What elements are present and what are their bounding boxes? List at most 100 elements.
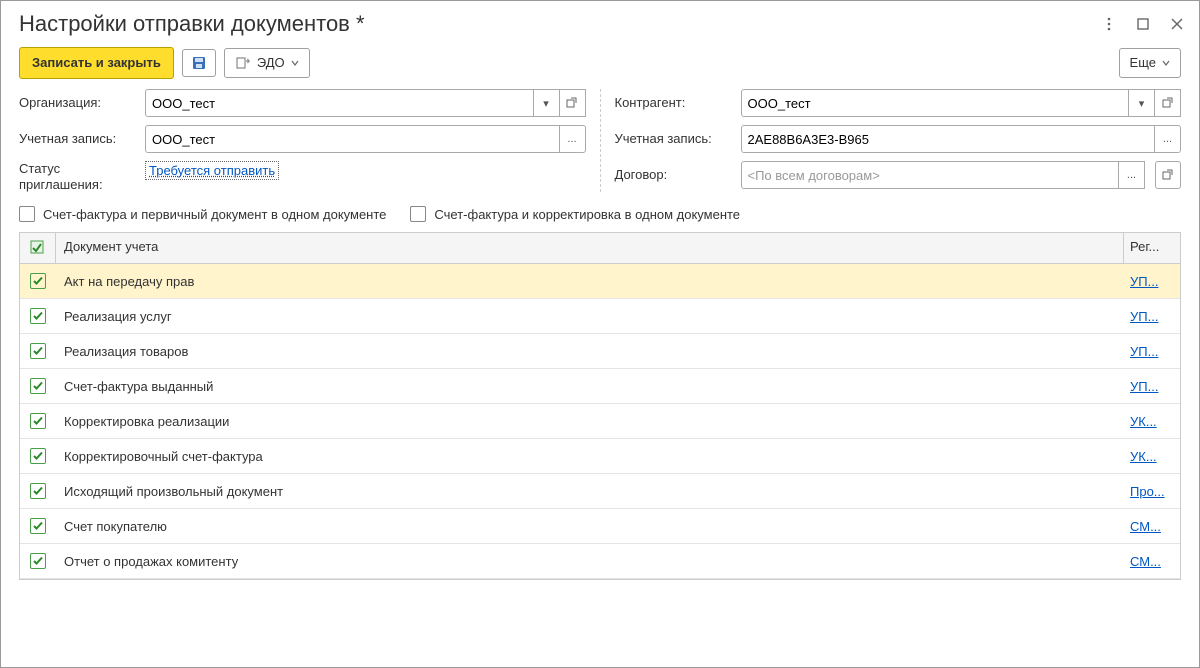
row-doc-name: Счет покупателю xyxy=(56,519,1124,534)
chevron-down-icon xyxy=(1162,59,1170,67)
row-checkbox[interactable] xyxy=(30,448,46,464)
row-check-cell xyxy=(20,553,56,569)
header-check[interactable] xyxy=(20,233,56,263)
more-label: Еще xyxy=(1130,54,1156,72)
row-reg-cell: УП... xyxy=(1124,379,1180,394)
header-reg[interactable]: Рег... xyxy=(1124,233,1180,263)
form: Организация: ▾ Учетная запись: ... Стату… xyxy=(1,89,1199,200)
documents-table: Документ учета Рег... Акт на передачу пр… xyxy=(19,232,1181,580)
ellipsis-button[interactable]: ... xyxy=(560,125,586,153)
status-label: Статус приглашения: xyxy=(19,161,139,192)
table-body: Акт на передачу правУП...Реализация услу… xyxy=(20,264,1180,579)
kebab-icon[interactable] xyxy=(1101,16,1117,32)
open-button[interactable] xyxy=(560,89,586,117)
row-checkbox[interactable] xyxy=(30,343,46,359)
table-header: Документ учета Рег... xyxy=(20,233,1180,264)
row-reg-cell: УП... xyxy=(1124,309,1180,324)
row-reg-link[interactable]: УК... xyxy=(1130,449,1157,464)
checkbox-one-doc-label: Счет-фактура и первичный документ в одно… xyxy=(43,207,386,222)
row-checkbox[interactable] xyxy=(30,308,46,324)
window-controls xyxy=(1101,16,1185,32)
org-label: Организация: xyxy=(19,95,139,111)
save-and-close-button[interactable]: Записать и закрыть xyxy=(19,47,174,79)
open-icon xyxy=(566,97,578,109)
row-checkbox[interactable] xyxy=(30,273,46,289)
row-reg-link[interactable]: УК... xyxy=(1130,414,1157,429)
titlebar: Настройки отправки документов * xyxy=(1,1,1199,43)
table-row[interactable]: Акт на передачу прав УП... xyxy=(20,264,1180,299)
floppy-icon xyxy=(191,55,207,71)
table-row[interactable]: Корректировочный счет-фактура УК... xyxy=(20,439,1180,474)
table-row[interactable]: Реализация услуг УП... xyxy=(20,299,1180,334)
row-reg-link[interactable]: УП... xyxy=(1130,344,1158,359)
check-all-icon xyxy=(29,239,47,257)
row-checkbox[interactable] xyxy=(30,413,46,429)
table-row[interactable]: Отчет о продажах комитентуСМ... xyxy=(20,544,1180,579)
table-row[interactable]: Счет-фактура выданный УП... xyxy=(20,369,1180,404)
row-reg-link[interactable]: СМ... xyxy=(1130,554,1161,569)
row-reg-link[interactable]: УП... xyxy=(1130,274,1158,289)
row-reg-link[interactable]: Про... xyxy=(1130,484,1165,499)
row-checkbox[interactable] xyxy=(30,483,46,499)
open-button[interactable] xyxy=(1155,161,1181,189)
chevron-down-icon xyxy=(291,59,299,67)
table-row[interactable]: Реализация товаров УП... xyxy=(20,334,1180,369)
save-button[interactable] xyxy=(182,49,216,77)
checkbox-row: Счет-фактура и первичный документ в одно… xyxy=(1,200,1199,232)
toolbar: Записать и закрыть ЭДО Еще xyxy=(1,43,1199,89)
table-row[interactable]: Корректировка реализации УК... xyxy=(20,404,1180,439)
row-reg-cell: УП... xyxy=(1124,274,1180,289)
row-reg-cell: СМ... xyxy=(1124,554,1180,569)
org-input[interactable] xyxy=(145,89,534,117)
row-checkbox[interactable] xyxy=(30,378,46,394)
row-check-cell xyxy=(20,518,56,534)
ellipsis-button[interactable]: ... xyxy=(1119,161,1145,189)
contract-input[interactable] xyxy=(741,161,1120,189)
counterparty-label: Контрагент: xyxy=(615,95,735,111)
row-doc-name: Счет-фактура выданный xyxy=(56,379,1124,394)
row-reg-cell: УП... xyxy=(1124,344,1180,359)
row-doc-name: Реализация товаров xyxy=(56,344,1124,359)
row-check-cell xyxy=(20,343,56,359)
open-button[interactable] xyxy=(1155,89,1181,117)
row-doc-name: Корректировочный счет-фактура xyxy=(56,449,1124,464)
row-check-cell xyxy=(20,273,56,289)
row-doc-name: Корректировка реализации xyxy=(56,414,1124,429)
row-doc-name: Акт на передачу прав xyxy=(56,274,1124,289)
close-icon[interactable] xyxy=(1169,16,1185,32)
open-icon xyxy=(1162,97,1174,109)
row-reg-cell: Про... xyxy=(1124,484,1180,499)
row-check-cell xyxy=(20,483,56,499)
row-doc-name: Реализация услуг xyxy=(56,309,1124,324)
edo-icon xyxy=(235,55,251,71)
row-check-cell xyxy=(20,413,56,429)
ellipsis-button[interactable]: ... xyxy=(1155,125,1181,153)
checkbox-one-doc[interactable] xyxy=(19,206,35,222)
header-doc[interactable]: Документ учета xyxy=(56,233,1124,263)
checkbox-correction-one-doc[interactable] xyxy=(410,206,426,222)
window-title: Настройки отправки документов * xyxy=(19,11,365,37)
more-button[interactable]: Еще xyxy=(1119,48,1181,78)
edo-button[interactable]: ЭДО xyxy=(224,48,310,78)
row-doc-name: Исходящий произвольный документ xyxy=(56,484,1124,499)
status-link[interactable]: Требуется отправить xyxy=(145,161,279,180)
row-reg-link[interactable]: СМ... xyxy=(1130,519,1161,534)
contract-label: Договор: xyxy=(615,167,735,183)
row-checkbox[interactable] xyxy=(30,553,46,569)
account2-input[interactable] xyxy=(741,125,1156,153)
row-reg-link[interactable]: УП... xyxy=(1130,379,1158,394)
form-left-column: Организация: ▾ Учетная запись: ... Стату… xyxy=(19,89,601,192)
row-checkbox[interactable] xyxy=(30,518,46,534)
form-right-column: Контрагент: ▾ Учетная запись: ... Догово… xyxy=(601,89,1182,192)
counterparty-input[interactable] xyxy=(741,89,1130,117)
row-check-cell xyxy=(20,308,56,324)
dropdown-button[interactable]: ▾ xyxy=(534,89,560,117)
dropdown-button[interactable]: ▾ xyxy=(1129,89,1155,117)
row-reg-cell: СМ... xyxy=(1124,519,1180,534)
table-row[interactable]: Исходящий произвольный документ Про... xyxy=(20,474,1180,509)
checkbox-correction-one-doc-label: Счет-фактура и корректировка в одном док… xyxy=(434,207,740,222)
table-row[interactable]: Счет покупателю СМ... xyxy=(20,509,1180,544)
row-reg-link[interactable]: УП... xyxy=(1130,309,1158,324)
account-input[interactable] xyxy=(145,125,560,153)
maximize-icon[interactable] xyxy=(1135,16,1151,32)
